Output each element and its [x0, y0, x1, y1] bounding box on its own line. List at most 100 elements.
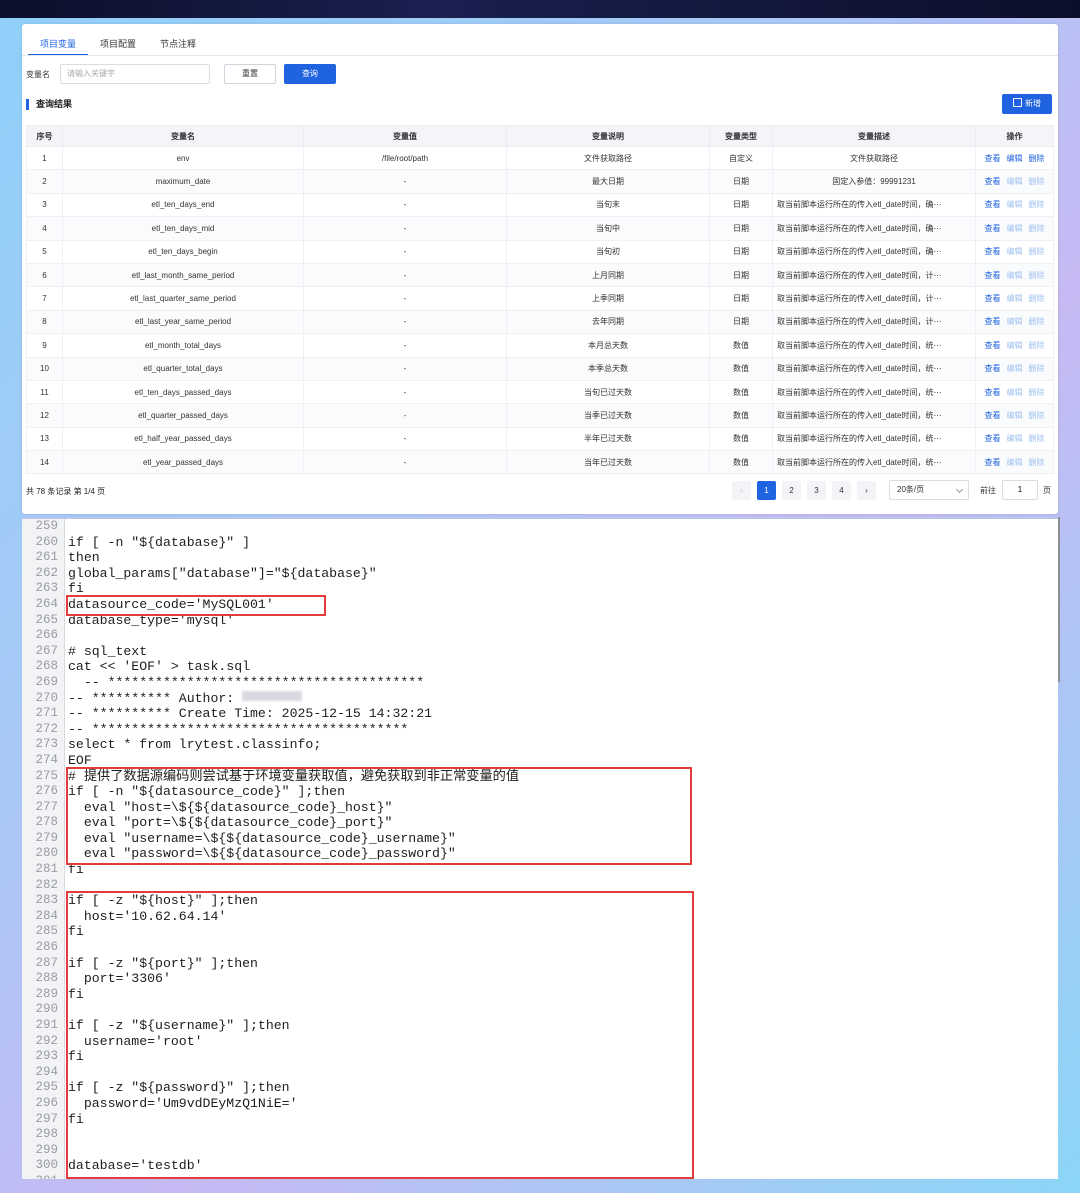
table-row: 3 etl_ten_days_end - 当旬末 日期 取当前脚本运行所在的传入etl_d…	[26, 192, 1054, 218]
add-button[interactable]: 新增	[1002, 94, 1052, 114]
delete-button[interactable]: 删除	[1029, 364, 1045, 373]
line-text: select * from lrytest.classinfo;	[68, 737, 322, 753]
cell-variable-desc: 取当前脚本运行所在的传入etl_date时间，计⋯	[772, 286, 976, 311]
view-button[interactable]: 查看	[985, 341, 1001, 350]
cell-index: 4	[26, 216, 63, 241]
cell-variable-name: etl_last_month_same_period	[62, 262, 304, 288]
view-button[interactable]: 查看	[985, 388, 1001, 397]
cell-variable-explain: 当旬中	[506, 216, 710, 241]
delete-button[interactable]: 删除	[1029, 388, 1045, 397]
table-row: 6 etl_last_month_same_period - 上月同期 日期 取当前脚本运…	[26, 262, 1054, 288]
view-button[interactable]: 查看	[985, 247, 1001, 256]
code-line: 266	[22, 628, 519, 644]
cell-variable-name: etl_month_total_days	[62, 333, 304, 358]
delete-button[interactable]: 删除	[1029, 224, 1045, 233]
goto-page-input[interactable]: 1	[1002, 480, 1038, 500]
cell-variable-desc: 取当前脚本运行所在的传入etl_date时间，统⋯	[772, 379, 976, 405]
edit-button[interactable]: 编辑	[1007, 247, 1023, 256]
edit-button[interactable]: 编辑	[1007, 317, 1023, 326]
cell-variable-type: 日期	[709, 239, 773, 264]
table-row: 9 etl_month_total_days - 本月总天数 数值 取当前脚本运行所在的传…	[26, 333, 1054, 358]
tab-node-notes[interactable]: 节点注释	[148, 32, 208, 56]
view-button[interactable]: 查看	[985, 317, 1001, 326]
edit-button[interactable]: 编辑	[1007, 388, 1023, 397]
delete-button[interactable]: 删除	[1029, 434, 1045, 443]
edit-button[interactable]: 编辑	[1007, 200, 1023, 209]
edit-button[interactable]: 编辑	[1007, 411, 1023, 420]
delete-button[interactable]: 删除	[1029, 294, 1045, 303]
edit-button[interactable]: 编辑	[1007, 341, 1023, 350]
tab-project-config[interactable]: 项目配置	[88, 32, 148, 56]
cell-variable-value: -	[303, 309, 507, 335]
cell-variable-desc: 取当前脚本运行所在的传入etl_date时间，确⋯	[772, 192, 976, 218]
next-page-button[interactable]: ›	[857, 481, 876, 500]
cell-variable-type: 数值	[709, 403, 773, 428]
view-button[interactable]: 查看	[985, 271, 1001, 280]
view-button[interactable]: 查看	[985, 364, 1001, 373]
view-button[interactable]: 查看	[985, 154, 1001, 163]
page-button[interactable]: 2	[782, 481, 801, 500]
edit-button[interactable]: 编辑	[1007, 177, 1023, 186]
prev-page-button[interactable]: ‹	[732, 481, 751, 500]
edit-button[interactable]: 编辑	[1007, 154, 1023, 163]
delete-button[interactable]: 删除	[1029, 341, 1045, 350]
line-text: cat << 'EOF' > task.sql	[68, 659, 251, 675]
view-button[interactable]: 查看	[985, 200, 1001, 209]
tab-project-variables[interactable]: 项目变量	[28, 32, 89, 56]
window-edge	[1058, 517, 1060, 682]
edit-button[interactable]: 编辑	[1007, 224, 1023, 233]
line-number: 273	[35, 737, 58, 752]
page-button[interactable]: 4	[832, 481, 851, 500]
delete-button[interactable]: 删除	[1029, 317, 1045, 326]
edit-button[interactable]: 编辑	[1007, 458, 1023, 467]
delete-button[interactable]: 删除	[1029, 154, 1045, 163]
query-button[interactable]: 查询	[284, 64, 336, 84]
view-button[interactable]: 查看	[985, 177, 1001, 186]
view-button[interactable]: 查看	[985, 434, 1001, 443]
edit-button[interactable]: 编辑	[1007, 364, 1023, 373]
reset-button[interactable]: 重置	[224, 64, 276, 84]
delete-button[interactable]: 删除	[1029, 458, 1045, 467]
page-button[interactable]: 1	[757, 481, 776, 500]
delete-button[interactable]: 删除	[1029, 247, 1045, 256]
cell-variable-type: 日期	[709, 286, 773, 311]
cell-variable-name: etl_half_year_passed_days	[62, 426, 304, 452]
table-row: 14 etl_year_passed_days - 当年已过天数 数值 取当前脚本运行所在…	[26, 450, 1054, 475]
edit-button[interactable]: 编辑	[1007, 294, 1023, 303]
delete-button[interactable]: 删除	[1029, 271, 1045, 280]
cell-variable-type: 日期	[709, 216, 773, 241]
cell-variable-desc: 取当前脚本运行所在的传入etl_date时间，统⋯	[772, 333, 976, 358]
view-button[interactable]: 查看	[985, 294, 1001, 303]
filter-bar: 变量名 请输入关键字 重置 查询	[26, 64, 1058, 86]
cell-variable-value: -	[303, 192, 507, 218]
cell-variable-desc: 文件获取路径	[772, 145, 976, 171]
table-row: 11 etl_ten_days_passed_days - 当旬已过天数 数值 取当前脚本…	[26, 379, 1054, 405]
line-number: 271	[35, 706, 58, 721]
edit-button[interactable]: 编辑	[1007, 434, 1023, 443]
cell-variable-name: etl_quarter_passed_days	[62, 403, 304, 428]
cell-variable-desc: 取当前脚本运行所在的传入etl_date时间，计⋯	[772, 309, 976, 335]
cell-variable-type: 数值	[709, 333, 773, 358]
cell-actions: 查看 编辑 删除	[975, 239, 1054, 264]
line-text	[64, 628, 68, 644]
view-button[interactable]: 查看	[985, 224, 1001, 233]
delete-button[interactable]: 删除	[1029, 177, 1045, 186]
cell-variable-explain: 本季总天数	[506, 356, 710, 381]
page-size-select[interactable]: 20条/页	[889, 480, 969, 500]
line-number: 289	[35, 986, 58, 1001]
cell-variable-type: 日期	[709, 169, 773, 194]
line-number: 297	[35, 1111, 58, 1126]
page-button[interactable]: 3	[807, 481, 826, 500]
cell-actions: 查看 编辑 删除	[975, 333, 1054, 358]
view-button[interactable]: 查看	[985, 458, 1001, 467]
cell-variable-value: -	[303, 333, 507, 358]
variable-name-input[interactable]: 请输入关键字	[60, 64, 210, 84]
delete-button[interactable]: 删除	[1029, 411, 1045, 420]
delete-button[interactable]: 删除	[1029, 200, 1045, 209]
line-number: 296	[35, 1095, 58, 1110]
tab-bar: 项目变量 项目配置 节点注释	[28, 32, 208, 56]
view-button[interactable]: 查看	[985, 411, 1001, 420]
cell-index: 8	[26, 309, 63, 335]
edit-button[interactable]: 编辑	[1007, 271, 1023, 280]
table-row: 7 etl_last_quarter_same_period - 上季同期 日期 取当前脚…	[26, 286, 1054, 311]
